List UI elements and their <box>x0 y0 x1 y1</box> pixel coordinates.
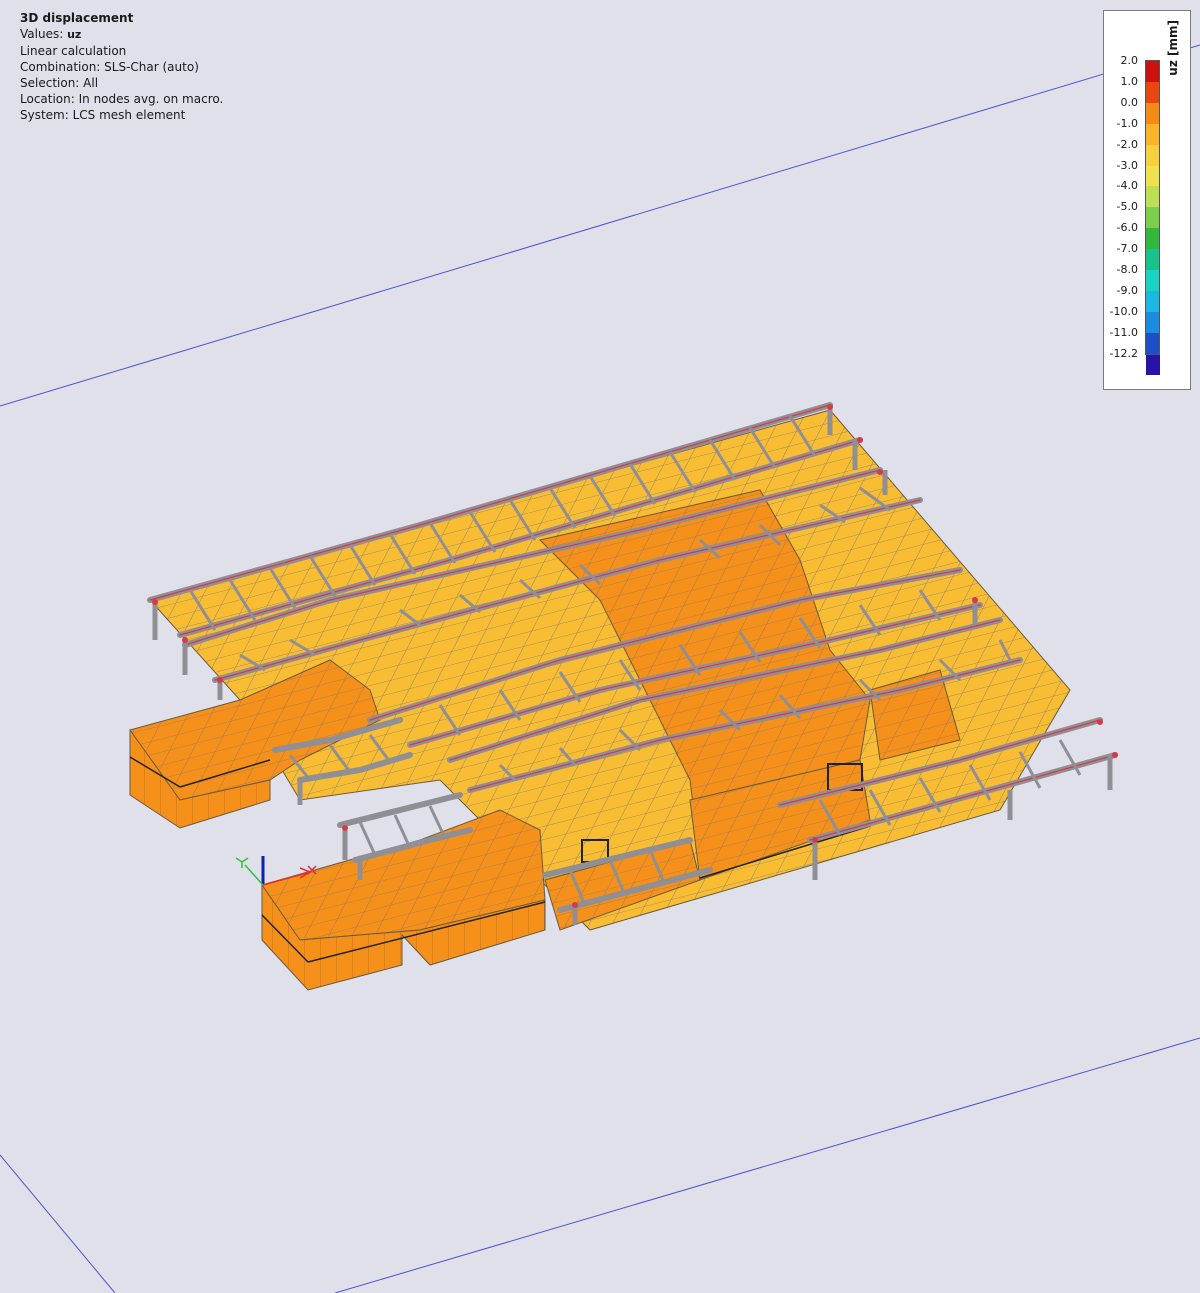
legend-value-label: -3.0 <box>1116 158 1138 172</box>
legend-swatch <box>1146 311 1160 333</box>
legend-value-label: -9.0 <box>1116 283 1138 297</box>
3d-viewport[interactable] <box>0 0 1200 1293</box>
legend-value-label: -6.0 <box>1116 221 1138 235</box>
result-info-panel: 3D displacement Values: uz Linear calcul… <box>20 10 223 123</box>
calculation-type: Linear calculation <box>20 44 127 58</box>
legend-swatch <box>1146 249 1160 271</box>
legend-swatch <box>1146 186 1160 208</box>
structure-model[interactable] <box>129 402 1118 991</box>
legend-swatch <box>1146 290 1160 312</box>
legend-value-label: 2.0 <box>1120 54 1139 67</box>
legend-value-label: -10.0 <box>1109 304 1138 318</box>
values-row: Values: uz <box>20 26 223 43</box>
values-label: Values: <box>20 27 64 41</box>
legend-unit-label: uz [mm] <box>1166 20 1180 76</box>
legend-value-label: -7.0 <box>1116 242 1138 256</box>
legend-swatch <box>1146 270 1160 291</box>
system-info: System: LCS mesh element <box>20 108 186 122</box>
legend-swatch <box>1146 165 1160 187</box>
result-title: 3D displacement <box>20 11 134 25</box>
legend-value-label: -4.0 <box>1116 179 1138 193</box>
legend-unit: uz [mm] <box>1166 20 1196 80</box>
legend-value-label: -1.0 <box>1116 116 1138 130</box>
legend-swatch <box>1146 228 1160 250</box>
legend-value-label: -5.0 <box>1116 200 1138 214</box>
legend-swatch <box>1146 61 1160 82</box>
legend-swatch <box>1146 102 1160 124</box>
legend-swatch <box>1146 123 1160 145</box>
legend-value-label: -8.0 <box>1116 263 1138 276</box>
legend-swatch <box>1146 353 1160 375</box>
legend-swatch <box>1146 207 1160 229</box>
selection-info: Selection: All <box>20 76 99 90</box>
legend-swatch <box>1146 332 1160 354</box>
legend-value-label: 1.0 <box>1120 74 1139 88</box>
legend-value-label: -11.0 <box>1109 325 1138 339</box>
legend-value-label: -2.0 <box>1116 137 1138 151</box>
values-value: uz <box>67 28 82 41</box>
legend-value-label: 0.0 <box>1120 95 1139 109</box>
slab-yellow <box>149 409 1071 931</box>
legend-swatch <box>1146 81 1160 103</box>
location-info: Location: In nodes avg. on macro. <box>20 92 224 106</box>
combination-info: Combination: SLS-Char (auto) <box>20 60 199 74</box>
legend-swatch <box>1146 144 1160 166</box>
legend-value-label: -12.2 <box>1109 346 1138 360</box>
